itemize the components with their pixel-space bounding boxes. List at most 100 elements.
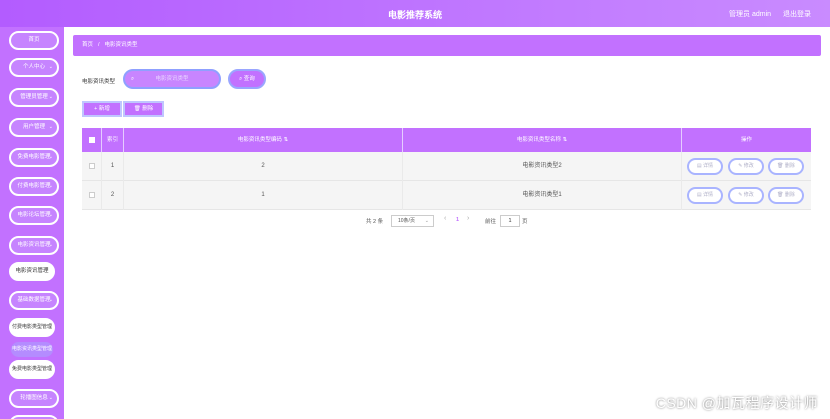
row-delete-button[interactable]: 🗑 删除 <box>768 158 804 175</box>
row-index: 2 <box>102 181 124 210</box>
delete-button[interactable]: 🗑 删除 <box>123 101 164 117</box>
row-code: 2 <box>124 152 403 181</box>
sidebar-item-label: 付费电影管理 <box>17 183 51 189</box>
query-button[interactable]: ⌕ 查询 <box>228 69 266 89</box>
row-checkbox[interactable] <box>89 163 95 169</box>
select-all-checkbox[interactable] <box>89 137 95 143</box>
sidebar-subitem-news-type-active[interactable]: 电影资讯类型管理 <box>9 340 55 359</box>
pagination-total: 共 2 条 <box>366 219 384 225</box>
app-title: 电影推荐系统 <box>387 10 442 20</box>
sidebar-subitem-free-movie-type[interactable]: 免费电影类型管理 <box>9 360 55 379</box>
chevron-down-icon: ⌄ <box>48 124 53 130</box>
chevron-down-icon: ⌄ <box>48 94 53 100</box>
sidebar-item-label: 轮播图信息 <box>20 395 48 401</box>
next-page-button[interactable]: › <box>467 215 469 222</box>
th-name[interactable]: 电影资讯类型名称 ⇅ <box>403 128 682 152</box>
row-index: 1 <box>102 152 124 181</box>
breadcrumb-home[interactable]: 首页 <box>82 42 93 48</box>
breadcrumb-current: 电影资讯类型 <box>104 42 138 48</box>
row-code: 1 <box>124 181 403 210</box>
sidebar-item-personal-center[interactable]: 个人中心 ⌄ <box>9 58 59 77</box>
add-button[interactable]: + 新增 <box>82 101 122 117</box>
th-actions: 操作 <box>740 137 752 143</box>
sidebar-item-movie-news[interactable]: 电影资讯管理 ⌄ <box>9 236 59 255</box>
page-size-select[interactable]: 10条/页 ⌄ <box>391 215 434 227</box>
select-all-cell <box>82 128 102 152</box>
search-icon: ⌕ <box>131 76 135 82</box>
th-code[interactable]: 电影资讯类型编码 ⇅ <box>124 128 403 152</box>
row-name: 电影资讯类型1 <box>403 181 682 210</box>
breadcrumb: 首页 / 电影资讯类型 <box>73 35 821 56</box>
goto-page-input[interactable]: 1 <box>500 215 520 227</box>
search-label: 电影资讯类型 <box>82 79 116 85</box>
trash-icon: 🗑 <box>777 192 785 198</box>
sidebar: 首页 个人中心 ⌄ 管理员管理 ⌄ 用户管理 ⌄ 免费电影管理 ⌄ 付费电影管理 ⌄ 电影… <box>0 27 64 419</box>
detail-button[interactable]: ▤ 详情 <box>687 187 723 204</box>
page-size-value: 10条/页 <box>398 218 415 224</box>
edit-button-label: 修改 <box>743 192 754 198</box>
sidebar-item-user-management[interactable]: 用户管理 ⌄ <box>9 118 59 137</box>
logout-link[interactable]: 退出登录 <box>783 11 811 18</box>
sidebar-item-base-data[interactable]: 基础数据管理 ⌄ <box>9 291 59 310</box>
row-actions: ▤ 详情 ✎ 修改 🗑 删除 <box>682 152 811 181</box>
prev-page-button[interactable]: ‹ <box>444 215 446 222</box>
row-select-cell <box>82 181 102 210</box>
edit-button-label: 修改 <box>743 163 754 169</box>
detail-button-label: 详情 <box>703 163 714 169</box>
sidebar-subitem-movie-news[interactable]: 电影资讯管理 <box>9 262 55 281</box>
detail-button[interactable]: ▤ 详情 <box>687 158 723 175</box>
search-placeholder: 电影资讯类型 <box>155 76 189 82</box>
row-delete-button-label: 删除 <box>784 163 795 169</box>
delete-button-label: 删除 <box>142 106 154 112</box>
goto-label: 前往 <box>485 219 497 225</box>
sidebar-item-label: 电影资讯管理 <box>17 242 51 248</box>
edit-button[interactable]: ✎ 修改 <box>728 187 764 204</box>
top-bar: 电影推荐系统 管理员 admin 退出登录 <box>0 0 830 27</box>
table-header: 索引 电影资讯类型编码 ⇅ 电影资讯类型名称 ⇅ 操作 <box>82 128 811 152</box>
sort-icon: ⇅ <box>283 137 289 143</box>
search-input[interactable]: ⌕ 电影资讯类型 <box>123 69 221 89</box>
query-button-label: 查询 <box>243 76 255 82</box>
row-actions: ▤ 详情 ✎ 修改 🗑 删除 <box>682 181 811 210</box>
sidebar-item-label: 基础数据管理 <box>17 297 51 303</box>
sidebar-item-label: 电影资讯类型管理 <box>11 346 52 352</box>
breadcrumb-separator: / <box>98 42 100 48</box>
sidebar-subitem-paid-movie-type[interactable]: 付费电影类型管理 <box>9 318 55 337</box>
sidebar-item-home[interactable]: 首页 <box>9 31 59 50</box>
sidebar-item-paid-movie[interactable]: 付费电影管理 ⌄ <box>9 177 59 196</box>
sidebar-item-carousel[interactable]: 轮播图信息 ⌄ <box>9 389 59 408</box>
sidebar-item-label: 付费电影类型管理 <box>11 324 52 330</box>
user-info: 管理员 admin 退出登录 <box>719 9 811 19</box>
sidebar-item-more[interactable] <box>9 415 59 419</box>
detail-button-label: 详情 <box>703 192 714 198</box>
edit-button[interactable]: ✎ 修改 <box>728 158 764 175</box>
sidebar-item-label: 电影资讯管理 <box>15 268 49 274</box>
chevron-down-icon: ⌄ <box>48 212 53 218</box>
watermark: CSDN @加瓦程序设计师 <box>655 395 818 411</box>
chevron-down-icon: ⌄ <box>48 64 53 70</box>
page-number-current[interactable]: 1 <box>456 217 459 223</box>
th-code-label: 电影资讯类型编码 <box>237 137 282 143</box>
sidebar-item-movie-forum[interactable]: 电影论坛管理 ⌄ <box>9 206 59 225</box>
trash-icon: 🗑 <box>777 163 785 169</box>
th-index: 索引 <box>102 128 124 152</box>
chevron-down-icon: ⌄ <box>48 395 53 401</box>
main-content: 首页 / 电影资讯类型 电影资讯类型 ⌕ 电影资讯类型 ⌕ 查询 + 新增 🗑 删除… <box>64 27 830 419</box>
sidebar-item-label: 免费电影类型管理 <box>11 366 52 372</box>
row-checkbox[interactable] <box>89 192 95 198</box>
add-button-label: 新增 <box>98 106 110 112</box>
sidebar-item-label: 用户管理 <box>22 124 45 130</box>
sort-icon: ⇅ <box>562 137 568 143</box>
sidebar-item-free-movie[interactable]: 免费电影管理 ⌄ <box>9 148 59 167</box>
sidebar-item-admin-management[interactable]: 管理员管理 ⌄ <box>9 88 59 107</box>
page-suffix: 页 <box>522 219 528 225</box>
row-delete-button[interactable]: 🗑 删除 <box>768 187 804 204</box>
chevron-down-icon: ⌄ <box>48 183 53 189</box>
th-name-label: 电影资讯类型名称 <box>516 137 561 143</box>
sidebar-item-label: 首页 <box>28 37 40 43</box>
search-icon: ⌕ <box>239 76 243 82</box>
trash-icon: 🗑 <box>133 106 143 112</box>
sidebar-item-label: 电影论坛管理 <box>17 212 51 218</box>
sidebar-item-label: 管理员管理 <box>20 94 48 100</box>
current-user: 管理员 admin <box>729 11 772 18</box>
